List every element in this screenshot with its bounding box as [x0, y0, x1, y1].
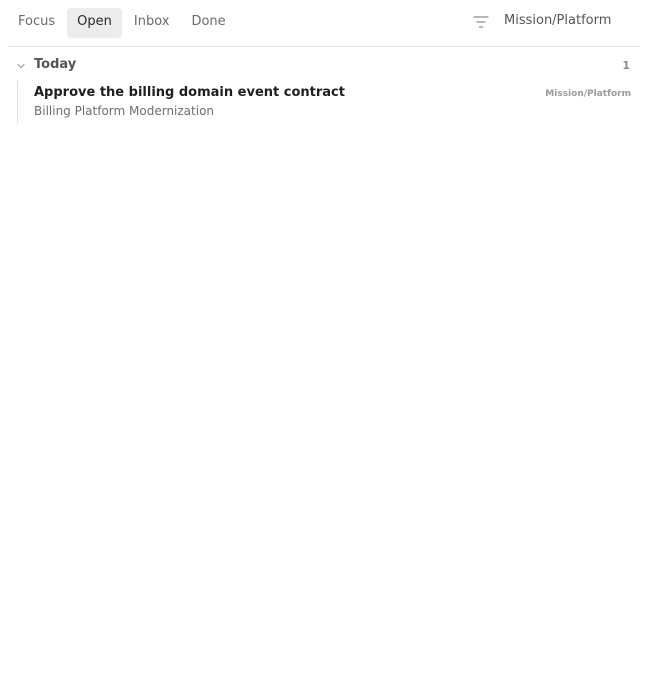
group-count-badge: 1: [622, 59, 630, 72]
group-header-today[interactable]: Today 1: [8, 52, 640, 78]
task-project: Billing Platform Modernization: [34, 104, 215, 118]
top-bar: Focus Open Inbox Done Mission/Platform: [8, 0, 640, 47]
view-tabs: Focus Open Inbox Done: [8, 8, 236, 38]
tab-focus[interactable]: Focus: [8, 8, 65, 38]
filter-icon[interactable]: [472, 14, 490, 30]
chevron-down-icon[interactable]: [15, 60, 27, 72]
group-title: Today: [34, 57, 77, 72]
task-title[interactable]: Approve the billing domain event contrac…: [34, 85, 345, 100]
task-scope-tag: Mission/Platform: [545, 89, 631, 99]
task-row[interactable]: Approve the billing domain event contrac…: [17, 81, 632, 123]
tab-done[interactable]: Done: [181, 8, 235, 38]
tab-open[interactable]: Open: [67, 8, 122, 38]
tab-inbox[interactable]: Inbox: [124, 8, 180, 38]
scope-selector[interactable]: Mission/Platform: [504, 13, 611, 28]
